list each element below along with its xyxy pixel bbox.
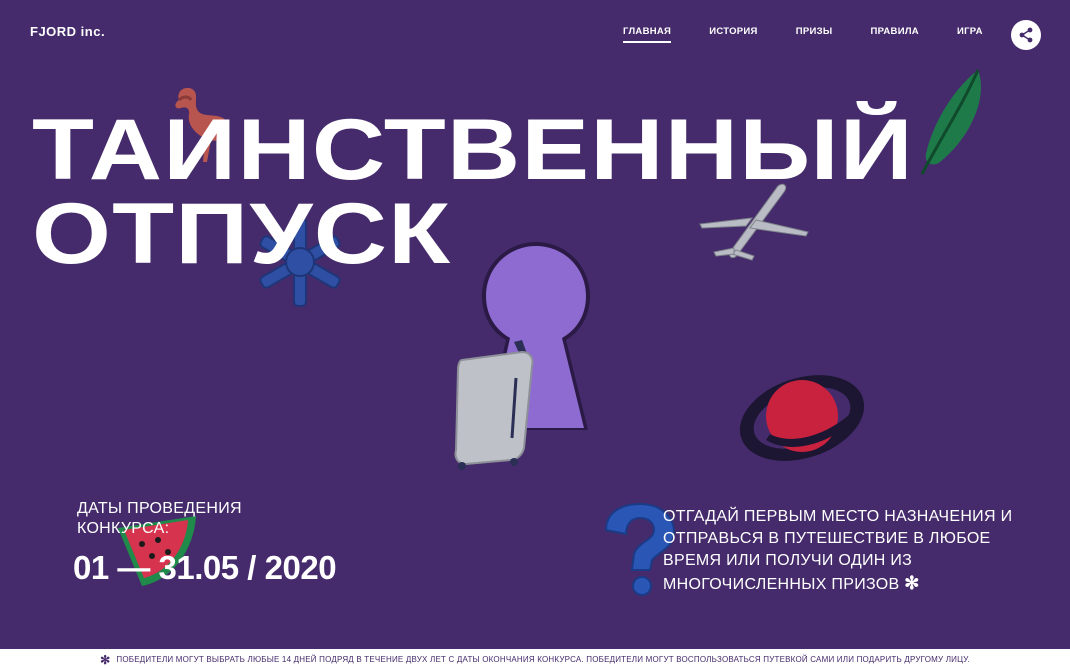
nav-item-rules[interactable]: ПРАВИЛА	[870, 26, 919, 43]
promo-text: ОТГАДАЙ ПЕРВЫМ МЕСТО НАЗНАЧЕНИЯ И ОТПРАВ…	[663, 506, 1043, 596]
hero-title: ТАИНСТВЕННЫЙ ОТПУСК	[32, 102, 914, 282]
hero-title-line-1: ТАИНСТВЕННЫЙ	[32, 102, 914, 198]
dates-value: 01 — 31.05 / 2020	[73, 549, 337, 586]
footer-disclaimer: ✻ ПОБЕДИТЕЛИ МОГУТ ВЫБРАТЬ ЛЮБЫЕ 14 ДНЕЙ…	[0, 649, 1070, 670]
hero-title-line-2: ОТПУСК	[32, 186, 452, 282]
nav-item-home[interactable]: ГЛАВНАЯ	[623, 26, 672, 43]
feather-icon	[920, 69, 981, 175]
nav-item-history[interactable]: ИСТОРИЯ	[709, 26, 758, 43]
share-icon	[1019, 27, 1033, 43]
footer-asterisk: ✻	[100, 652, 111, 667]
suitcase-icon	[454, 340, 534, 470]
nav-item-game[interactable]: ИГРА	[957, 26, 983, 43]
footer-text: ПОБЕДИТЕЛИ МОГУТ ВЫБРАТЬ ЛЮБЫЕ 14 ДНЕЙ П…	[116, 655, 970, 664]
nav-item-prizes[interactable]: ПРИЗЫ	[796, 26, 833, 43]
logo[interactable]: FJORD inc.	[30, 24, 105, 39]
promo-asterisk: ✻	[904, 573, 920, 593]
page: FJORD inc. ГЛАВНАЯ ИСТОРИЯ ПРИЗЫ ПРАВИЛА…	[0, 0, 1070, 670]
share-button[interactable]	[1011, 20, 1041, 50]
promo-text-body: ОТГАДАЙ ПЕРВЫМ МЕСТО НАЗНАЧЕНИЯ И ОТПРАВ…	[663, 508, 1013, 593]
dates-label: ДАТЫ ПРОВЕДЕНИЯ КОНКУРСА:	[77, 500, 242, 537]
main-nav: ГЛАВНАЯ ИСТОРИЯ ПРИЗЫ ПРАВИЛА ИГРА	[623, 26, 1021, 43]
planet-icon	[739, 375, 865, 461]
